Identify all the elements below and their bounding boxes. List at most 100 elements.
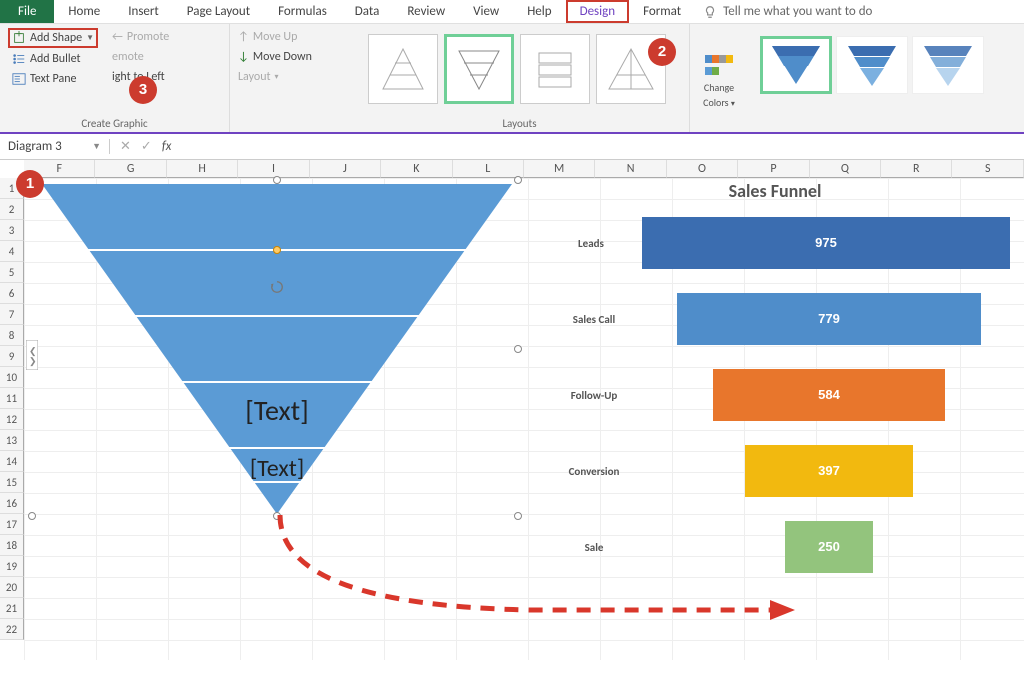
style-option-2[interactable] (836, 36, 908, 94)
resize-handle[interactable] (273, 176, 281, 184)
row-header[interactable]: 16 (0, 493, 24, 514)
column-header[interactable]: R (881, 160, 952, 178)
adjust-handle[interactable] (273, 246, 281, 254)
row-header[interactable]: 12 (0, 409, 24, 430)
column-header[interactable]: L (453, 160, 524, 178)
smartart-text-1: [Text] (245, 393, 308, 428)
change-colors-button[interactable]: Change Colors ▾ (690, 24, 748, 132)
cancel-formula-icon[interactable]: ✕ (120, 139, 131, 154)
pyramid-down-icon (451, 45, 507, 93)
row-header[interactable]: 10 (0, 367, 24, 388)
add-shape-button[interactable]: Add Shape ▼ (8, 28, 98, 48)
column-header[interactable]: Q (810, 160, 881, 178)
layout-button[interactable]: Layout ▾ (234, 68, 328, 86)
smartart-funnel-shape[interactable]: [Text] [Text] (32, 180, 522, 520)
chart-row: Follow-Up584 (540, 366, 1010, 424)
column-headers: FGHIJKLMNOPQRS (24, 160, 1024, 178)
row-header[interactable]: 3 (0, 220, 24, 241)
column-header[interactable]: M (524, 160, 595, 178)
tell-me-label: Tell me what you want to do (723, 4, 872, 19)
stack-icon (527, 45, 583, 93)
rotate-handle[interactable] (270, 280, 284, 294)
name-box[interactable]: Diagram 3 ▼ (0, 139, 110, 154)
text-pane-label: Text Pane (30, 72, 77, 86)
text-pane-toggle[interactable]: ❮❯ (26, 340, 38, 370)
row-header[interactable]: 20 (0, 577, 24, 598)
column-header[interactable]: S (952, 160, 1023, 178)
add-shape-label: Add Shape (30, 31, 82, 45)
row-header[interactable]: 7 (0, 304, 24, 325)
resize-handle[interactable] (514, 345, 522, 353)
row-header[interactable]: 2 (0, 199, 24, 220)
row-header[interactable]: 19 (0, 556, 24, 577)
row-header[interactable]: 14 (0, 451, 24, 472)
ribbon: Add Shape ▼ Add Bullet Text Pane ←Promot… (0, 24, 1024, 134)
layout-option-1[interactable] (368, 34, 438, 104)
row-header[interactable]: 4 (0, 241, 24, 262)
chart-row: Leads975 (540, 214, 1010, 272)
row-header[interactable]: 9 (0, 346, 24, 367)
arrow-left-icon: ← (112, 30, 123, 44)
callout-1: 1 (16, 170, 44, 198)
resize-handle[interactable] (514, 176, 522, 184)
group-label-layouts: Layouts (358, 115, 681, 130)
style-option-1[interactable] (760, 36, 832, 94)
row-header[interactable]: 11 (0, 388, 24, 409)
enter-formula-icon[interactable]: ✓ (141, 139, 152, 154)
row-header[interactable]: 15 (0, 472, 24, 493)
chart-bar: 975 (642, 217, 1010, 269)
tab-page-layout[interactable]: Page Layout (173, 0, 264, 23)
funnel-style-icon (842, 42, 902, 88)
row-header[interactable]: 5 (0, 262, 24, 283)
column-header[interactable]: P (738, 160, 809, 178)
tab-formulas[interactable]: Formulas (264, 0, 341, 23)
column-header[interactable]: O (667, 160, 738, 178)
tab-file[interactable]: File (0, 0, 54, 23)
row-headers: 12345678910111213141516171819202122 (0, 178, 24, 640)
tab-format[interactable]: Format (629, 0, 695, 23)
change-colors-label-2: Colors ▾ (703, 96, 735, 109)
demote-label: emote (112, 50, 144, 64)
style-option-3[interactable] (912, 36, 984, 94)
tab-review[interactable]: Review (393, 0, 459, 23)
row-header[interactable]: 6 (0, 283, 24, 304)
add-bullet-label: Add Bullet (30, 52, 81, 66)
arrow-down-icon: ↓ (238, 50, 249, 64)
column-header[interactable]: K (381, 160, 452, 178)
funnel-style-icon (766, 42, 826, 88)
pyramid-up-icon (375, 45, 431, 93)
layout-option-2[interactable] (444, 34, 514, 104)
text-pane-button[interactable]: Text Pane (8, 70, 98, 88)
tab-data[interactable]: Data (341, 0, 394, 23)
promote-button[interactable]: ←Promote (108, 28, 173, 46)
color-swatch-icon (705, 55, 733, 79)
fx-icon[interactable]: fx (162, 139, 172, 154)
tab-insert[interactable]: Insert (114, 0, 173, 23)
row-header[interactable]: 13 (0, 430, 24, 451)
column-header[interactable]: J (310, 160, 381, 178)
tab-view[interactable]: View (459, 0, 513, 23)
move-down-button[interactable]: ↓Move Down (234, 48, 328, 66)
column-header[interactable]: N (595, 160, 666, 178)
column-header[interactable]: H (167, 160, 238, 178)
column-header[interactable]: G (95, 160, 166, 178)
tell-me-search[interactable]: Tell me what you want to do (703, 4, 872, 19)
tab-design[interactable]: Design (566, 0, 629, 23)
row-header[interactable]: 17 (0, 514, 24, 535)
resize-handle[interactable] (28, 512, 36, 520)
move-up-button[interactable]: ↑Move Up (234, 28, 328, 46)
tab-help[interactable]: Help (513, 0, 565, 23)
tab-home[interactable]: Home (54, 0, 114, 23)
chart-category-label: Leads (540, 237, 642, 250)
row-header[interactable]: 22 (0, 619, 24, 640)
row-header[interactable]: 18 (0, 535, 24, 556)
row-header[interactable]: 8 (0, 325, 24, 346)
demote-button[interactable]: emote (108, 48, 173, 66)
column-header[interactable]: I (238, 160, 309, 178)
layout-option-3[interactable] (520, 34, 590, 104)
row-header[interactable]: 21 (0, 598, 24, 619)
chart-bar: 779 (677, 293, 981, 345)
add-bullet-button[interactable]: Add Bullet (8, 50, 98, 68)
smartart-diagram[interactable]: [Text] [Text] ❮❯ (32, 180, 522, 520)
layout-label: Layout (238, 70, 271, 84)
